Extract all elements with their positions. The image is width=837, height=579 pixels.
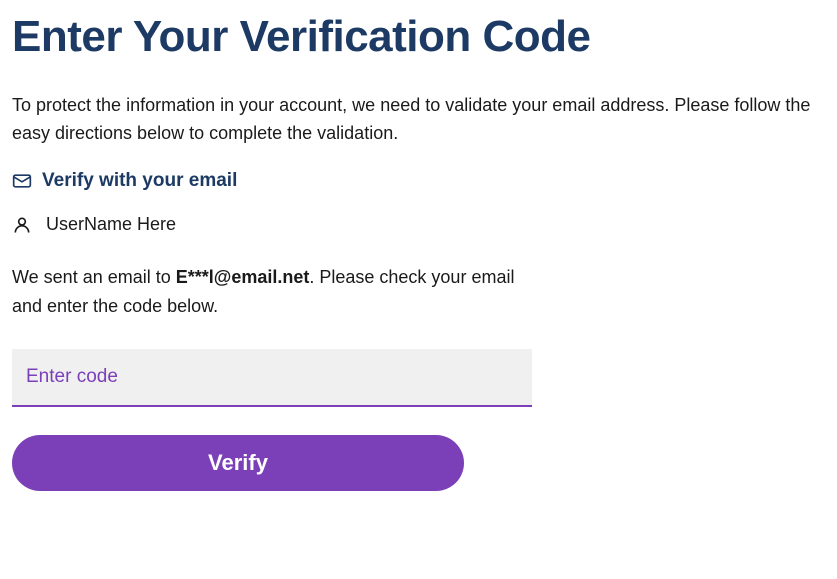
code-input-wrapper bbox=[12, 349, 532, 407]
sent-prefix: We sent an email to bbox=[12, 267, 176, 287]
sent-email-text: We sent an email to E***l@email.net. Ple… bbox=[12, 263, 532, 321]
user-row: UserName Here bbox=[12, 214, 825, 235]
envelope-icon bbox=[12, 171, 32, 191]
user-icon bbox=[12, 215, 32, 235]
verify-method-label: Verify with your email bbox=[42, 170, 237, 192]
verify-method-row: Verify with your email bbox=[12, 170, 825, 192]
verify-button[interactable]: Verify bbox=[12, 435, 464, 491]
page-title: Enter Your Verification Code bbox=[12, 12, 825, 63]
user-name: UserName Here bbox=[46, 214, 176, 235]
masked-email: E***l@email.net bbox=[176, 267, 310, 287]
code-input[interactable] bbox=[12, 349, 532, 407]
intro-text: To protect the information in your accou… bbox=[12, 91, 812, 149]
